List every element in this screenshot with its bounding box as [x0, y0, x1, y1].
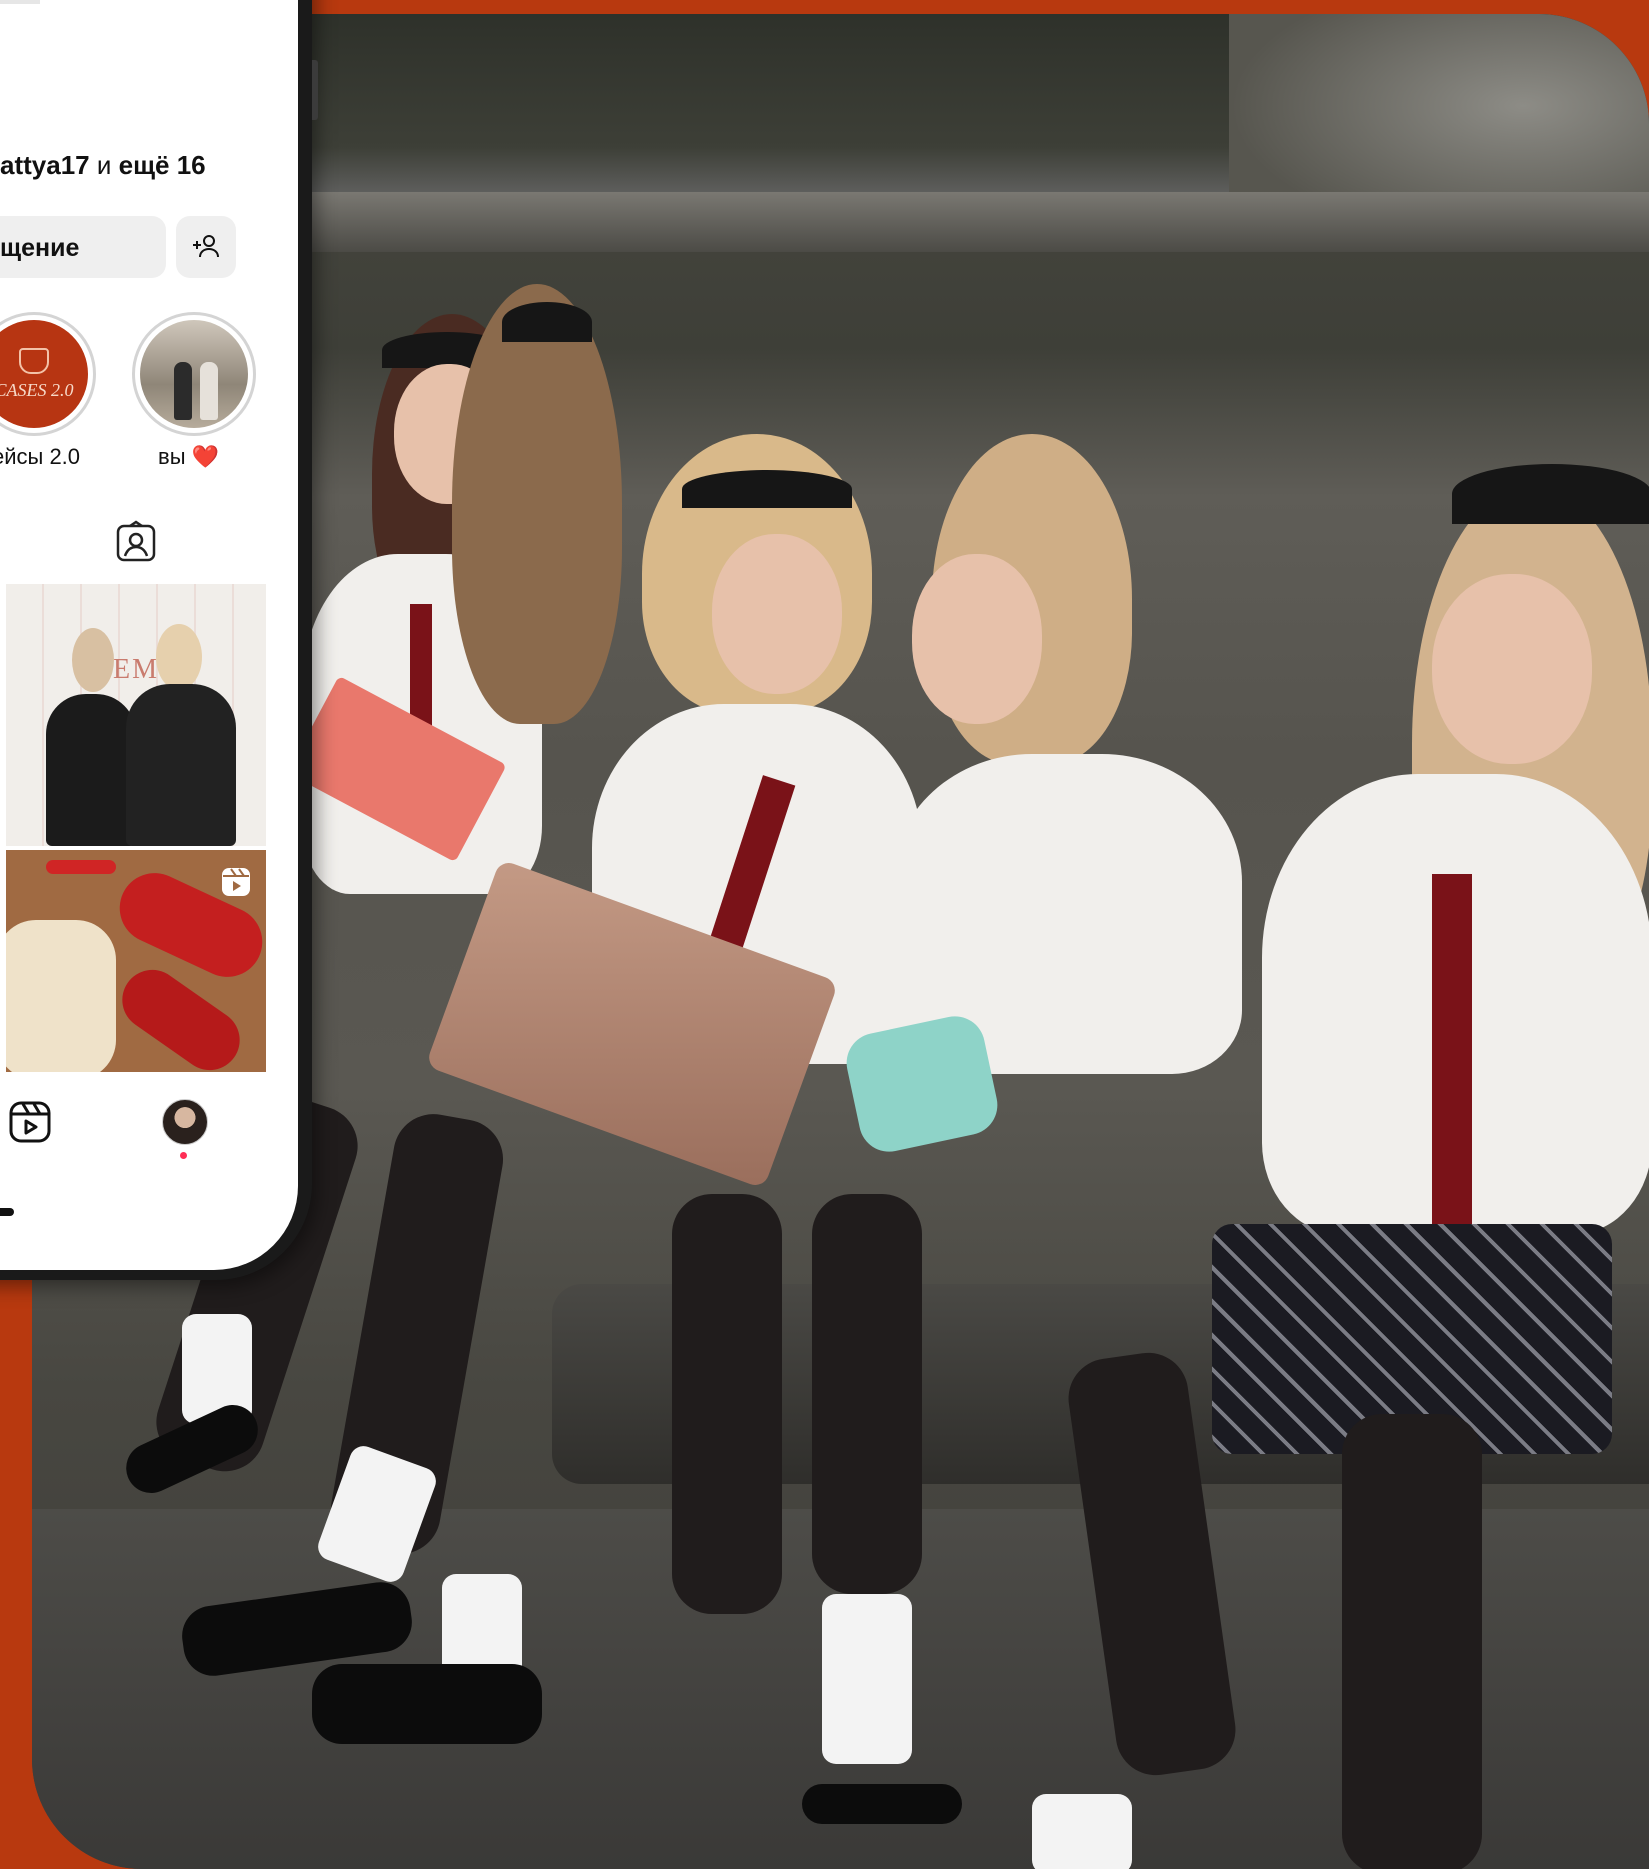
- tab-profile-avatar[interactable]: [162, 1099, 208, 1145]
- tagged-photos-icon: [116, 520, 156, 562]
- add-person-icon: [193, 235, 219, 258]
- reel-badge-icon: [222, 868, 250, 896]
- post-backdrop-text: DEMY: [90, 654, 182, 685]
- post-person: [126, 684, 236, 846]
- grid-post-1[interactable]: DEMY: [6, 584, 266, 846]
- tab-reels[interactable]: [8, 1100, 52, 1149]
- post-sweater: [6, 920, 116, 1072]
- followed-by-user[interactable]: attya17: [0, 150, 90, 180]
- followed-by-more[interactable]: ещё 16: [119, 150, 206, 180]
- reel-badge: [220, 866, 252, 903]
- message-button[interactable]: щение: [0, 216, 166, 278]
- highlight-cover-text: CASES 2.0: [0, 379, 74, 400]
- followed-by-text[interactable]: attya17 и ещё 16: [0, 150, 206, 181]
- phone-frame: attya17 и ещё 16 щение CASES 2.0 ейсы 2.…: [0, 0, 318, 1280]
- highlight-cover: [140, 320, 248, 428]
- highlight-cover: CASES 2.0: [0, 320, 88, 428]
- highlight-you[interactable]: [132, 312, 256, 436]
- crest-icon: [19, 347, 49, 374]
- suggest-people-button[interactable]: [176, 216, 236, 278]
- screen-top-edge: [0, 0, 40, 4]
- notification-dot: [180, 1152, 187, 1159]
- highlight-label-you: вы ❤️: [158, 444, 220, 469]
- reels-icon: [9, 1101, 51, 1143]
- followed-by-connector: и: [96, 150, 112, 180]
- grid-post-2[interactable]: [6, 850, 266, 1072]
- post-person: [46, 694, 136, 846]
- post-person: [72, 628, 114, 692]
- highlight-cases[interactable]: CASES 2.0: [0, 312, 96, 436]
- home-indicator: [0, 1208, 14, 1216]
- tagged-tab[interactable]: [114, 520, 158, 569]
- instagram-profile-screen: attya17 и ещё 16 щение CASES 2.0 ейсы 2.…: [0, 0, 298, 1270]
- post-hair-clip: [46, 860, 116, 874]
- post-person: [156, 624, 202, 690]
- highlight-label-cases: ейсы 2.0: [0, 444, 81, 469]
